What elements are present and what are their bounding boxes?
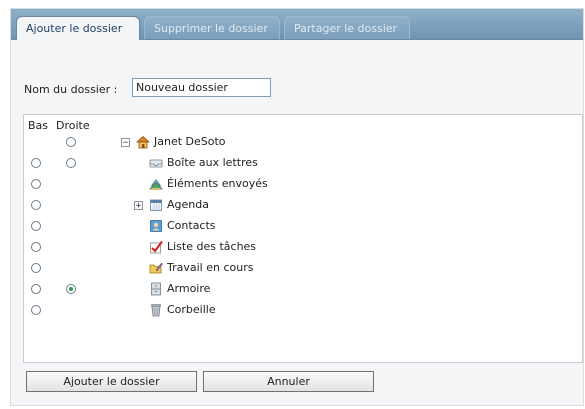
radio-bas-elements-envoyes[interactable] <box>31 179 41 189</box>
folder-tree-panel: Bas Droite − Janet DeSoto Boîte aux lett… <box>23 114 583 363</box>
sent-items-icon <box>149 177 163 191</box>
tree-node-janet-desoto[interactable]: Janet DeSoto <box>135 134 226 150</box>
cabinet-icon <box>149 282 163 296</box>
radio-droite-armoire[interactable] <box>66 284 76 294</box>
folder-name-input[interactable] <box>132 78 271 97</box>
radio-bas-boite-aux-lettres[interactable] <box>31 158 41 168</box>
tab-delete-folder[interactable]: Supprimer le dossier <box>144 16 280 39</box>
trash-icon <box>149 303 163 317</box>
tree-node-travail-en-cours[interactable]: Travail en cours <box>149 260 253 276</box>
tab-bar: Ajouter le dossier Supprimer le dossier … <box>11 9 583 40</box>
radio-bas-agenda[interactable] <box>31 200 41 210</box>
radio-bas-corbeille[interactable] <box>31 305 41 315</box>
tree-node-boite-aux-lettres[interactable]: Boîte aux lettres <box>149 155 258 171</box>
contacts-icon <box>149 219 163 233</box>
home-icon <box>135 135 151 149</box>
work-in-progress-icon <box>149 261 163 275</box>
radio-bas-travail-en-cours[interactable] <box>31 263 41 273</box>
cancel-button[interactable]: Annuler <box>203 371 374 392</box>
dialog-frame: Ajouter le dossier Supprimer le dossier … <box>10 8 584 406</box>
radio-droite-boite-aux-lettres[interactable] <box>66 158 76 168</box>
radio-bas-liste-des-taches[interactable] <box>31 242 41 252</box>
calendar-icon <box>149 198 163 212</box>
inbox-icon <box>149 156 163 170</box>
add-folder-button[interactable]: Ajouter le dossier <box>26 371 197 392</box>
tree-node-elements-envoyes[interactable]: Éléments envoyés <box>149 176 268 192</box>
column-header-droite: Droite <box>56 119 90 132</box>
tab-share-folder[interactable]: Partager le dossier <box>284 16 410 39</box>
tree-node-liste-des-taches[interactable]: Liste des tâches <box>149 239 256 255</box>
folder-name-label: Nom du dossier : <box>24 83 118 96</box>
tree-node-corbeille[interactable]: Corbeille <box>149 302 216 318</box>
tree-node-agenda[interactable]: Agenda <box>149 197 209 213</box>
expand-toggle-agenda[interactable]: + <box>134 201 143 211</box>
radio-bas-armoire[interactable] <box>31 284 41 294</box>
column-header-bas: Bas <box>28 119 49 132</box>
collapse-toggle-janet-desoto[interactable]: − <box>121 138 130 148</box>
tab-add-folder[interactable]: Ajouter le dossier <box>16 16 140 40</box>
tree-node-contacts[interactable]: Contacts <box>149 218 216 234</box>
radio-bas-contacts[interactable] <box>31 221 41 231</box>
radio-droite-janet-desoto[interactable] <box>66 137 76 147</box>
task-list-icon <box>149 240 163 254</box>
tree-node-armoire[interactable]: Armoire <box>149 281 210 297</box>
